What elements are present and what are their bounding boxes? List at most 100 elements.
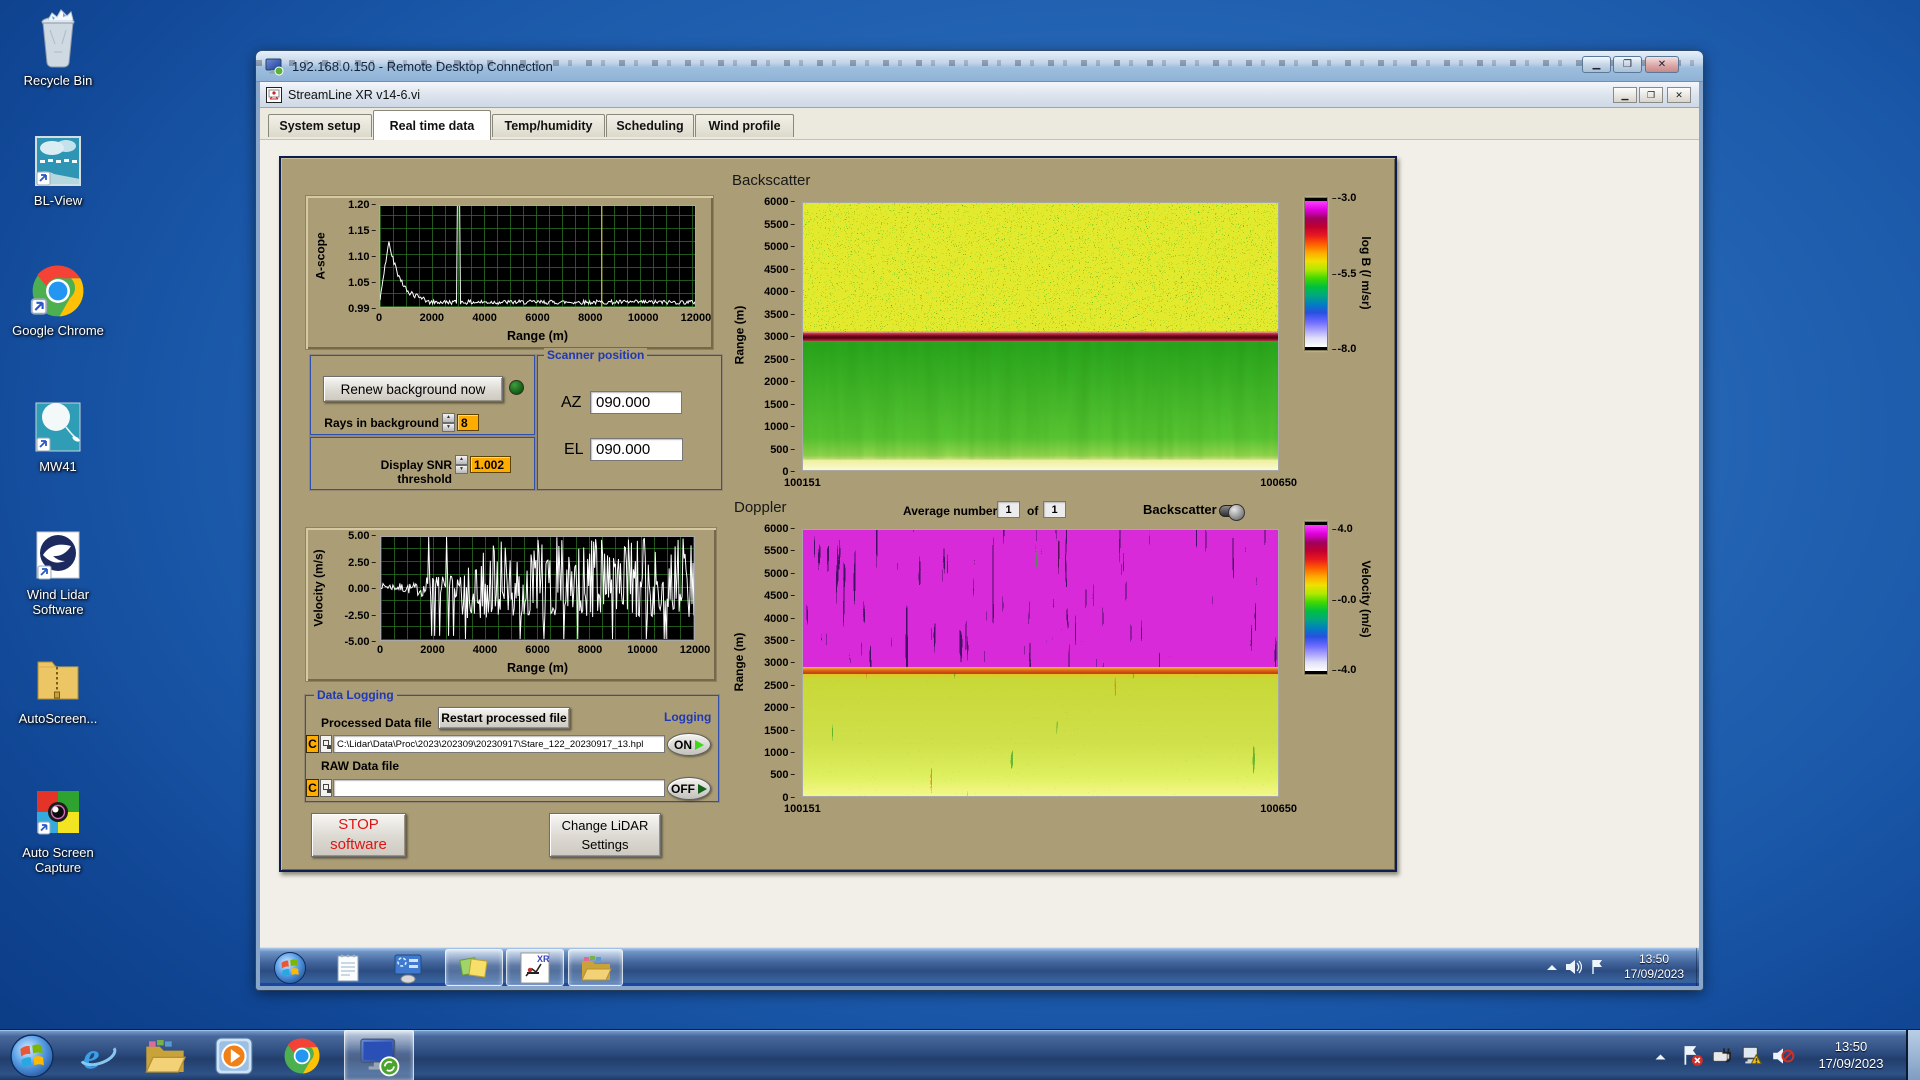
scanner-position-title: Scanner position	[544, 348, 648, 362]
desktop-icon-autoscreen[interactable]: AutoScreen...	[6, 652, 110, 726]
backscatter-colorbar-label: log B (/ m/sr)	[1359, 236, 1373, 310]
tab-wind-profile[interactable]: Wind profile	[695, 114, 794, 137]
doppler-heading: Doppler	[734, 499, 787, 516]
remote-tray-volume-icon[interactable]	[1563, 957, 1583, 977]
tab-scheduling[interactable]: Scheduling	[606, 114, 694, 137]
desktop-icon-label: BL-View	[33, 193, 83, 208]
host-tray-expand-icon[interactable]	[1652, 1050, 1668, 1064]
average-number-label: Average number	[903, 504, 998, 518]
tab-temp-humidity[interactable]: Temp/humidity	[492, 114, 605, 137]
stop-software-button[interactable]: STOP software	[311, 813, 406, 857]
backscatter-toggle[interactable]	[1219, 504, 1245, 521]
folder-icon	[580, 955, 612, 980]
rays-spinner[interactable]: ▲ ▼	[442, 413, 455, 432]
desktop-icon-recycle-bin[interactable]: Recycle Bin	[6, 8, 110, 88]
tab-strip: System setup Real time data Temp/humidit…	[260, 108, 1699, 140]
desktop-icon-label: Google Chrome	[12, 323, 104, 338]
desktop-icon-label: MW41	[39, 459, 77, 474]
desktop-icon-auto-screen-capture[interactable]: Auto Screen Capture	[6, 786, 110, 875]
host-taskbar-rdp[interactable]	[344, 1030, 414, 1080]
spin-down-icon[interactable]: ▼	[442, 422, 455, 432]
chrome-icon	[30, 265, 84, 317]
host-taskbar-chrome[interactable]	[274, 1032, 330, 1080]
desktop-icon-bl-view[interactable]: BL-View	[6, 134, 110, 208]
az-value-field[interactable]: 090.000	[590, 391, 682, 414]
velocity-plot-area	[380, 536, 695, 641]
ascope-y-ticks: 1.201.151.101.050.99	[336, 198, 376, 315]
processed-browse-icon[interactable]	[320, 735, 332, 753]
ascope-x-axis-label: Range (m)	[506, 329, 569, 343]
average-of-field[interactable]: 1	[1043, 501, 1066, 518]
remote-taskbar-explorer[interactable]	[568, 949, 623, 986]
desktop-icon-wind-lidar[interactable]: Wind Lidar Software	[6, 528, 110, 617]
background-controls-box: Renew background now Rays in background …	[310, 355, 535, 435]
change-lidar-settings-button[interactable]: Change LiDAR Settings	[549, 813, 661, 857]
host-taskbar-media-player[interactable]	[206, 1032, 262, 1080]
remote-clock[interactable]: 13:50 17/09/2023	[1612, 952, 1696, 982]
host-tray-network-icon[interactable]	[1740, 1043, 1766, 1069]
remote-taskbar-sticky-notes[interactable]	[445, 949, 503, 986]
internet-explorer-icon: e	[80, 1036, 117, 1077]
el-value-field[interactable]: 090.000	[590, 438, 683, 461]
sticky-notes-icon	[459, 956, 488, 978]
processed-logging-on-button[interactable]: ON	[667, 733, 711, 756]
remote-taskbar-streamline-xr[interactable]: XR	[506, 949, 564, 986]
doppler-y-ticks: 6000550050004500400035003000250020001500…	[753, 522, 795, 804]
rdp-maximize-button[interactable]: ❐	[1613, 56, 1642, 73]
spin-up-icon[interactable]: ▲	[442, 413, 455, 423]
desktop-icon-mw41[interactable]: MW41	[6, 400, 110, 474]
backscatter-y-ticks: 6000550050004500400035003000250020001500…	[753, 195, 795, 478]
logging-label: Logging	[664, 710, 712, 724]
raw-logging-off-button[interactable]: OFF	[667, 777, 711, 800]
host-start-button[interactable]	[6, 1032, 58, 1080]
remote-tray-action-center-icon[interactable]	[1588, 957, 1608, 977]
restart-processed-file-button[interactable]: Restart processed file	[438, 707, 570, 729]
host-tray-power-icon[interactable]	[1710, 1043, 1736, 1069]
remote-start-button[interactable]	[270, 949, 310, 986]
remote-taskbar-display-settings[interactable]	[386, 949, 430, 986]
rdp-titlebar[interactable]: 192.168.0.150 - Remote Desktop Connectio…	[256, 51, 1703, 82]
host-taskbar-explorer[interactable]	[136, 1032, 194, 1080]
remote-taskbar-notepad[interactable]	[326, 949, 370, 986]
rdp-window-title: 192.168.0.150 - Remote Desktop Connectio…	[292, 58, 553, 74]
snr-threshold-box: Display SNR threshold ▲ ▼ 1.002	[310, 437, 535, 490]
raw-browse-icon[interactable]	[320, 779, 332, 797]
spin-up-icon[interactable]: ▲	[455, 455, 468, 465]
processed-drive-badge[interactable]: C	[306, 735, 319, 753]
raw-data-file-label: RAW Data file	[321, 759, 400, 773]
vi-titlebar[interactable]: StreamLine XR v14-6.vi ▁ ❐ ✕	[260, 82, 1699, 108]
vi-restore-button[interactable]: ❐	[1639, 87, 1663, 103]
host-tray-action-center-icon[interactable]	[1680, 1043, 1706, 1069]
rdp-session-icon	[360, 1038, 400, 1076]
host-clock[interactable]: 13:50 17/09/2023	[1804, 1038, 1898, 1072]
tab-real-time-data[interactable]: Real time data	[373, 110, 491, 140]
raw-path-field[interactable]	[333, 779, 665, 797]
of-label: of	[1027, 504, 1039, 518]
desktop-icon-google-chrome[interactable]: Google Chrome	[6, 262, 110, 338]
remote-tray-expand-icon[interactable]	[1544, 960, 1560, 976]
spin-down-icon[interactable]: ▼	[455, 464, 468, 474]
rdp-minimize-button[interactable]: ▁	[1582, 56, 1611, 73]
snr-spinner[interactable]: ▲ ▼	[455, 455, 468, 474]
vi-close-button[interactable]: ✕	[1667, 87, 1691, 103]
ascope-x-ticks: 0 2000 4000 6000 8000 10000 12000	[375, 312, 712, 324]
host-taskbar-internet-explorer[interactable]: e	[70, 1032, 126, 1080]
renew-background-button[interactable]: Renew background now	[323, 376, 503, 402]
host-tray-volume-muted-icon[interactable]	[1770, 1043, 1796, 1069]
ascope-plot-area	[379, 186, 696, 308]
vi-minimize-button[interactable]: ▁	[1613, 87, 1637, 103]
doppler-y-axis-label: Range (m)	[732, 632, 746, 692]
average-number-field[interactable]: 1	[997, 501, 1020, 518]
host-taskbar: e 13:50 17/09/2023	[0, 1029, 1920, 1080]
doppler-plot-area	[802, 529, 1279, 797]
velocity-graph: Velocity (m/s) 5.002.500.00-2.50-5.00 02…	[305, 527, 717, 682]
snr-value-field[interactable]: 1.002	[470, 456, 511, 473]
rays-value-field[interactable]: 8	[457, 414, 479, 431]
rdp-close-button[interactable]: ✕	[1645, 56, 1679, 73]
show-desktop-button[interactable]	[1906, 1030, 1920, 1080]
doppler-x-start: 100151	[784, 803, 821, 815]
zipped-folder-icon	[37, 661, 79, 700]
processed-path-field[interactable]: C:\Lidar\Data\Proc\2023\202309\20230917\…	[333, 735, 665, 753]
tab-system-setup[interactable]: System setup	[268, 114, 372, 137]
raw-drive-badge[interactable]: C	[306, 779, 319, 797]
